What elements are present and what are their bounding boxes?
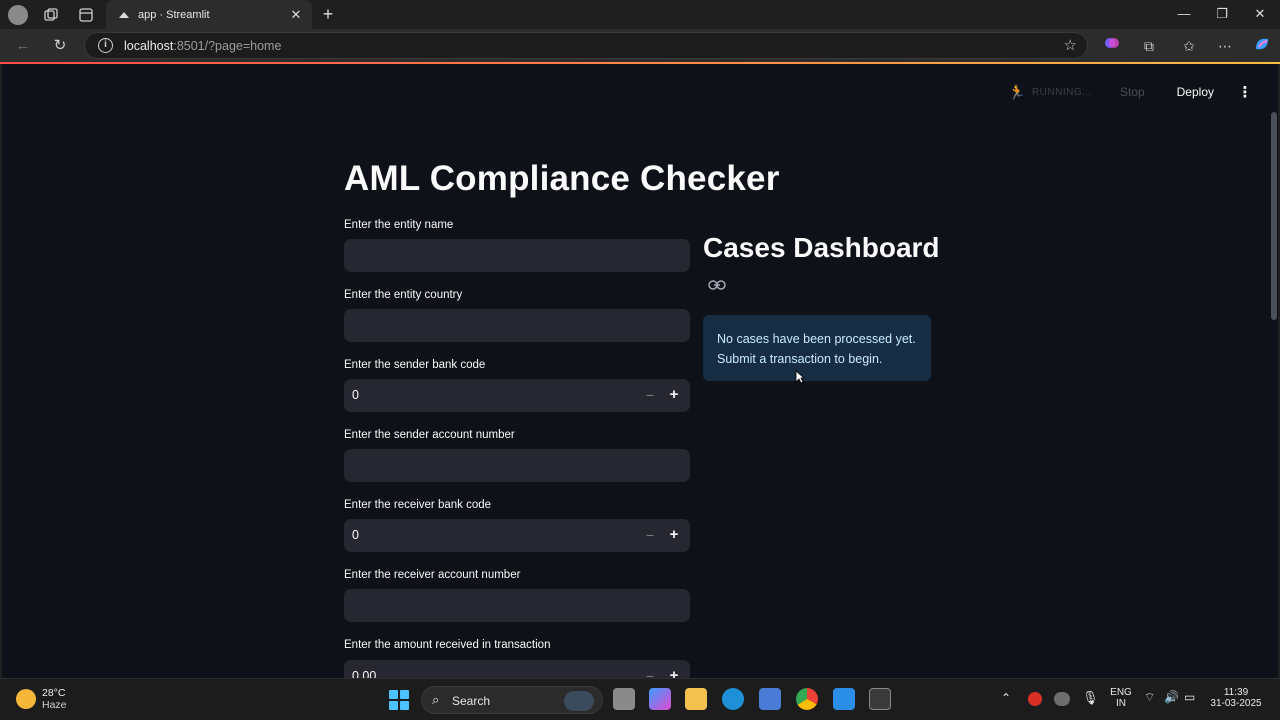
profile-icon[interactable]: [8, 5, 28, 25]
language-indicator[interactable]: ENG IN: [1107, 687, 1135, 709]
kebab-menu-icon[interactable]: ⋮: [1236, 83, 1254, 101]
extensions-icon[interactable]: ⧉: [1138, 35, 1160, 57]
sender-account-input[interactable]: [344, 449, 690, 482]
search-label: Search: [452, 694, 491, 708]
running-man-icon: 🏃: [1007, 84, 1026, 100]
microphone-icon[interactable]: 🎙: [1082, 690, 1099, 706]
reload-icon[interactable]: ↻: [49, 35, 71, 57]
tray-app-icon[interactable]: [1028, 692, 1042, 706]
terminal-icon[interactable]: [869, 688, 891, 710]
workspaces-icon[interactable]: [41, 5, 61, 25]
decrement-button[interactable]: −: [640, 385, 660, 405]
copilot-app-icon[interactable]: [649, 688, 671, 710]
app-header: 🏃 RUNNING... Stop Deploy ⋮: [1008, 80, 1278, 104]
receiver-bank-code-value[interactable]: 0: [352, 528, 359, 542]
entity-name-label: Enter the entity name: [344, 219, 454, 231]
window-close-icon[interactable]: ✕: [1249, 4, 1271, 24]
page-scrollbar[interactable]: [1271, 112, 1277, 320]
vscode-icon[interactable]: [833, 688, 855, 710]
tab-strip: app · Streamlit ✕ + — ❐ ✕: [0, 0, 1280, 29]
streamlit-app: 🏃 RUNNING... Stop Deploy ⋮ AML Complianc…: [2, 64, 1278, 678]
copilot-sidebar-icon[interactable]: [1251, 35, 1273, 57]
browser-toolbar: ← ↻ i localhost:8501/?page=home ☆ ⧉ ✩ ⋯: [0, 29, 1280, 62]
info-text-line-1: No cases have been processed yet.: [717, 332, 916, 346]
back-icon[interactable]: ←: [12, 35, 34, 57]
increment-button[interactable]: +: [664, 385, 684, 405]
dashboard-title: Cases Dashboard: [703, 232, 940, 263]
start-button[interactable]: [389, 690, 409, 710]
search-icon: ⌕: [432, 692, 440, 707]
decrement-button[interactable]: −: [640, 666, 660, 678]
weather-widget[interactable]: 28°C Haze: [16, 687, 67, 711]
clock[interactable]: 11:39 31-03-2025: [1206, 687, 1266, 709]
tab-title: app · Streamlit: [138, 8, 210, 21]
chrome-icon[interactable]: [796, 688, 818, 710]
increment-button[interactable]: +: [664, 525, 684, 545]
page-title: AML Compliance Checker: [344, 159, 780, 198]
weather-text: Haze: [42, 699, 67, 711]
task-view-icon[interactable]: [613, 688, 635, 710]
store-icon[interactable]: [759, 688, 781, 710]
info-alert: No cases have been processed yet. Submit…: [703, 315, 931, 381]
info-text-line-2: Submit a transaction to begin.: [717, 352, 883, 366]
windows-taskbar: 28°C Haze ⌕ Search ⌃ 🎙 ENG IN ⌔ 🔊 ▭ 11:3…: [0, 678, 1280, 720]
running-status: 🏃 RUNNING...: [1007, 84, 1092, 100]
active-tab[interactable]: app · Streamlit ✕: [106, 0, 312, 29]
receiver-bank-code-label: Enter the receiver bank code: [344, 499, 492, 511]
new-tab-icon[interactable]: +: [318, 5, 338, 25]
entity-country-label: Enter the entity country: [344, 289, 463, 301]
site-info-icon[interactable]: i: [98, 38, 113, 53]
favorite-star-icon[interactable]: ☆: [1064, 36, 1077, 54]
wifi-icon[interactable]: ⌔: [1144, 690, 1155, 705]
minimize-icon[interactable]: —: [1173, 4, 1195, 24]
temperature: 28°C: [42, 687, 66, 699]
entity-country-input[interactable]: [344, 309, 690, 342]
copilot-icon[interactable]: [1101, 35, 1123, 57]
close-icon[interactable]: ✕: [288, 7, 304, 23]
taskbar-search[interactable]: ⌕ Search: [421, 686, 603, 714]
amount-input[interactable]: 0.00 − +: [344, 660, 690, 678]
favorites-icon[interactable]: ✩: [1178, 35, 1200, 57]
sender-bank-code-value[interactable]: 0: [352, 388, 359, 402]
sender-account-label: Enter the sender account number: [344, 429, 515, 441]
maximize-icon[interactable]: ❐: [1211, 4, 1233, 24]
weather-icon: [16, 689, 36, 709]
decrement-button[interactable]: −: [640, 525, 660, 545]
entity-name-input[interactable]: [344, 239, 690, 272]
sender-bank-code-input[interactable]: 0 − +: [344, 379, 690, 412]
tab-actions-icon[interactable]: [76, 5, 96, 25]
sender-bank-code-label: Enter the sender bank code: [344, 359, 486, 371]
deploy-button[interactable]: Deploy: [1177, 85, 1214, 99]
increment-button[interactable]: +: [664, 666, 684, 678]
receiver-account-input[interactable]: [344, 589, 690, 622]
receiver-account-label: Enter the receiver account number: [344, 569, 521, 581]
tray-cloud-icon[interactable]: [1054, 692, 1070, 706]
stop-button[interactable]: Stop: [1120, 85, 1145, 99]
link-icon[interactable]: [708, 278, 726, 292]
receiver-bank-code-input[interactable]: 0 − +: [344, 519, 690, 552]
more-icon[interactable]: ⋯: [1214, 35, 1236, 57]
tray-overflow-icon[interactable]: ⌃: [1001, 691, 1011, 705]
search-highlight-icon: [564, 691, 594, 711]
address-bar[interactable]: i localhost:8501/?page=home ☆: [84, 32, 1088, 59]
mouse-cursor-icon: [795, 370, 805, 384]
amount-label: Enter the amount received in transaction: [344, 639, 551, 651]
file-explorer-icon[interactable]: [685, 688, 707, 710]
streamlit-favicon: [118, 10, 130, 20]
volume-icon[interactable]: 🔊: [1164, 690, 1179, 704]
battery-icon[interactable]: ▭: [1184, 690, 1195, 704]
amount-value[interactable]: 0.00: [352, 669, 376, 678]
url-text: localhost:8501/?page=home: [124, 39, 282, 53]
edge-icon[interactable]: [722, 688, 744, 710]
